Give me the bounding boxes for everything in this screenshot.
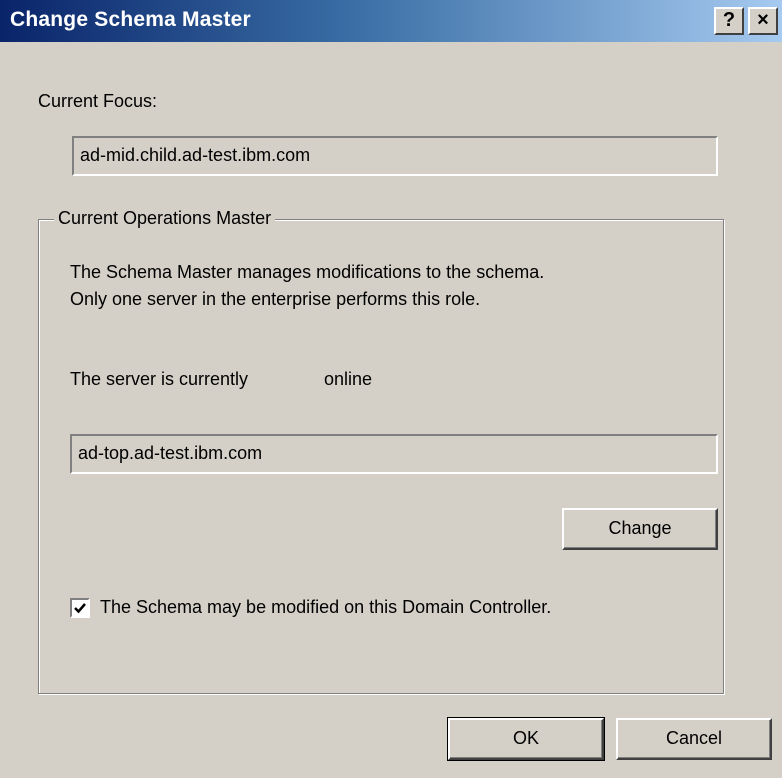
server-status-value: online bbox=[324, 369, 373, 389]
current-focus-field[interactable]: ad-mid.child.ad-test.ibm.com bbox=[72, 136, 718, 176]
description-line-1: The Schema Master manages modifications … bbox=[70, 262, 545, 282]
description-line-2: Only one server in the enterprise perfor… bbox=[70, 289, 481, 309]
cancel-button[interactable]: Cancel bbox=[616, 718, 772, 760]
change-schema-master-dialog: Change Schema Master ? × Current Focus: … bbox=[0, 0, 782, 778]
modify-schema-label[interactable]: The Schema may be modified on this Domai… bbox=[100, 597, 551, 618]
window-title: Change Schema Master bbox=[10, 8, 251, 31]
help-button[interactable]: ? bbox=[714, 7, 744, 35]
change-button[interactable]: Change bbox=[562, 508, 718, 550]
server-name-field[interactable]: ad-top.ad-test.ibm.com bbox=[70, 434, 718, 474]
title-bar[interactable]: Change Schema Master ? × bbox=[0, 0, 782, 42]
modify-schema-checkbox[interactable] bbox=[70, 598, 90, 618]
close-button[interactable]: × bbox=[748, 7, 778, 35]
current-focus-label: Current Focus: bbox=[38, 91, 158, 111]
operations-master-group-label: Current Operations Master bbox=[54, 208, 276, 229]
ok-button[interactable]: OK bbox=[447, 717, 605, 761]
checkmark-icon bbox=[74, 603, 86, 614]
server-status-label: The server is currently bbox=[70, 369, 249, 389]
